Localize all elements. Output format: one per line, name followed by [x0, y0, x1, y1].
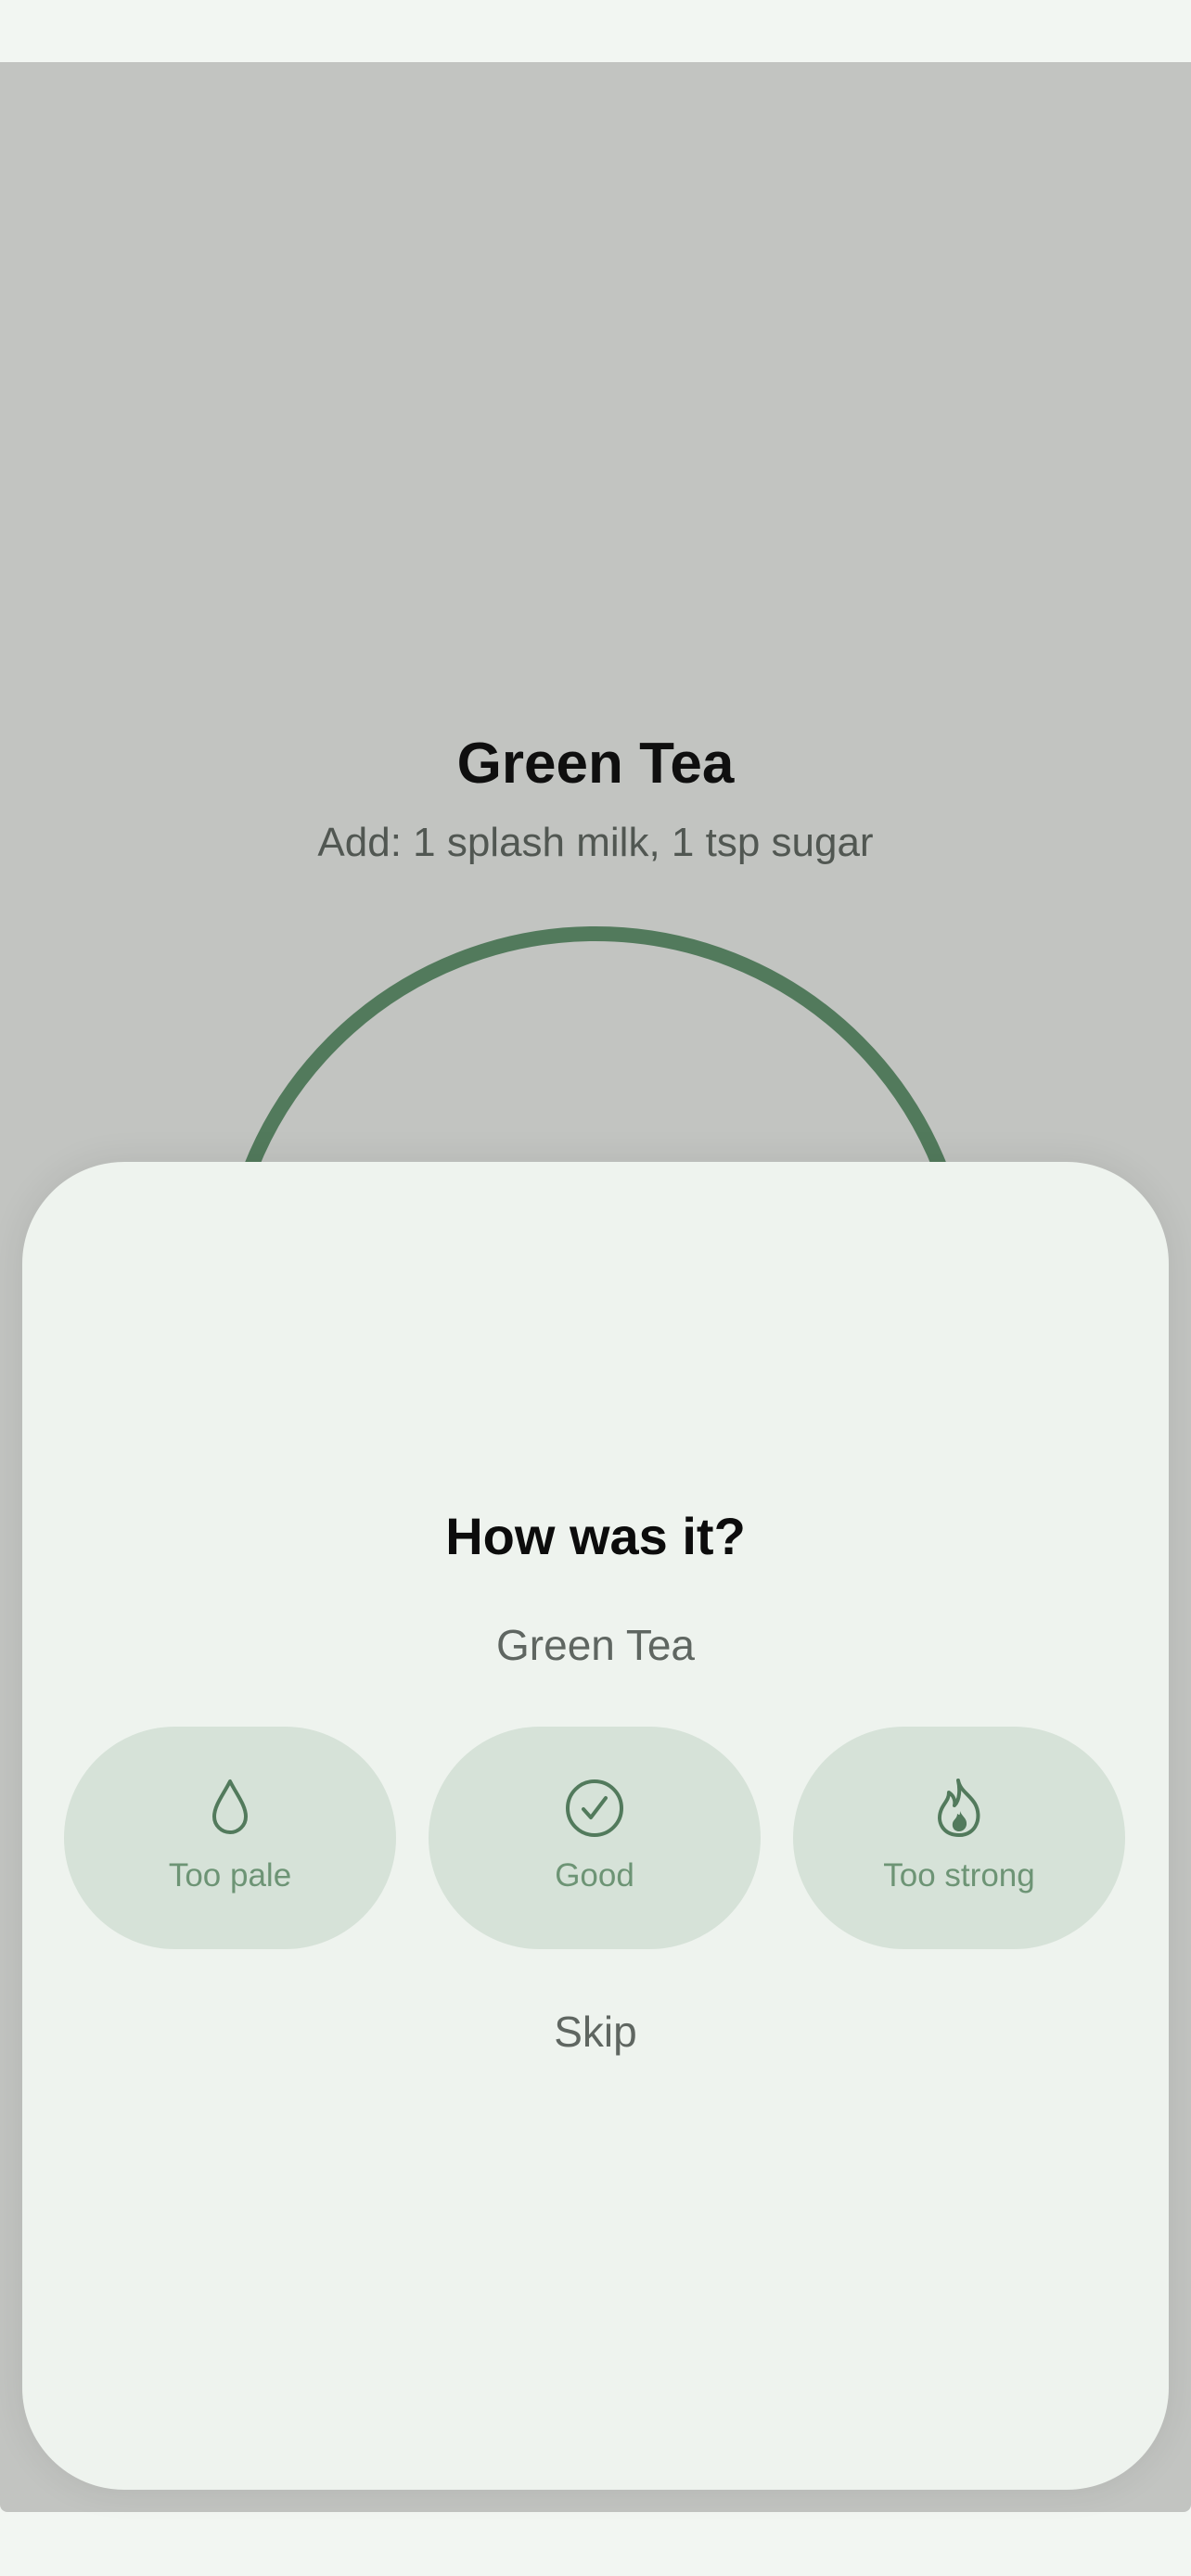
too-pale-label: Too pale	[168, 1857, 292, 1894]
sheet-title: How was it?	[445, 1507, 746, 1565]
good-label: Good	[555, 1857, 634, 1894]
too-pale-button[interactable]: Too pale	[64, 1727, 396, 1949]
sheet-subtitle: Green Tea	[496, 1621, 695, 1669]
too-strong-button[interactable]: Too strong	[793, 1727, 1125, 1949]
screen: Green Tea Add: 1 splash milk, 1 tsp suga…	[0, 0, 1191, 2576]
home-indicator-area	[0, 2512, 1191, 2576]
skip-button[interactable]: Skip	[22, 2007, 1169, 2057]
flame-icon	[938, 1779, 980, 1837]
check-circle-icon	[566, 1779, 623, 1837]
too-strong-label: Too strong	[883, 1857, 1035, 1894]
good-button[interactable]: Good	[429, 1727, 761, 1949]
status-bar	[0, 0, 1191, 62]
droplet-icon	[212, 1779, 248, 1834]
feedback-sheet: How was it? Green Tea Too pale Good Too …	[22, 1162, 1169, 2490]
